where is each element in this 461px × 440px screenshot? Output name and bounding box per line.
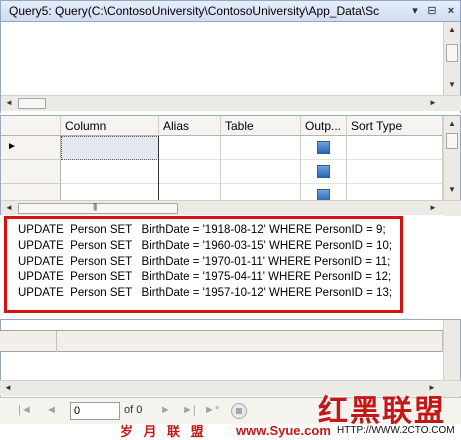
window-titlebar: Query5: Query(C:\ContosoUniversity\Conto…	[0, 0, 461, 22]
scroll-up-arrow[interactable]: ▲	[444, 22, 460, 38]
sort-type-cell[interactable]	[347, 136, 443, 160]
new-record-icon[interactable]: ►*	[204, 404, 219, 416]
column-header-column[interactable]: Column	[61, 116, 159, 136]
alias-cell[interactable]	[159, 160, 221, 184]
column-header-alias[interactable]: Alias	[159, 116, 221, 136]
stop-icon[interactable]	[231, 403, 247, 419]
scroll-up-arrow[interactable]: ▲	[444, 116, 460, 132]
window-menu-button[interactable]: ▾	[408, 4, 422, 18]
output-checkbox[interactable]	[317, 165, 330, 178]
diagram-pane[interactable]: ▲ ▼ ◄ ►	[0, 22, 461, 113]
scroll-right-arrow[interactable]: ►	[425, 200, 441, 216]
output-cell[interactable]	[301, 160, 347, 184]
record-count-label: of 0	[124, 404, 143, 416]
row-header[interactable]: ►	[1, 136, 61, 160]
column-cell-selected[interactable]	[61, 136, 159, 160]
results-header	[0, 330, 443, 352]
scroll-left-arrow[interactable]: ◄	[0, 380, 16, 396]
table-cell[interactable]	[221, 136, 301, 160]
column-cell[interactable]	[61, 160, 159, 184]
watermark-url: www.Syue.com	[236, 423, 331, 438]
output-checkbox[interactable]	[317, 141, 330, 154]
watermark-strip: 岁 月 联 盟 www.Syue.com HTTP://WWW.2CTO.COM	[0, 421, 461, 440]
results-column-header[interactable]	[57, 331, 443, 352]
column-header-table[interactable]: Table	[221, 116, 301, 136]
previous-record-icon[interactable]: ◄	[46, 404, 57, 416]
diagram-hscroll-thumb[interactable]	[18, 98, 46, 109]
table-cell[interactable]	[221, 160, 301, 184]
alias-cell[interactable]	[159, 136, 221, 160]
scroll-grip-icon: |||	[93, 202, 97, 211]
window-title: Query5: Query(C:\ContosoUniversity\Conto…	[9, 4, 379, 18]
next-record-icon[interactable]: ►	[160, 404, 171, 416]
sort-type-cell[interactable]	[347, 160, 443, 184]
watermark-url-secondary: HTTP://WWW.2CTO.COM	[335, 425, 457, 436]
row-header[interactable]	[1, 160, 61, 184]
scroll-down-arrow[interactable]: ▼	[444, 77, 460, 93]
output-cell[interactable]	[301, 136, 347, 160]
watermark-text: 岁 月 联 盟	[120, 425, 207, 440]
record-number-input[interactable]: 0	[70, 402, 120, 420]
diagram-vscroll-thumb[interactable]	[446, 44, 458, 62]
scroll-left-arrow[interactable]: ◄	[1, 200, 17, 216]
first-record-icon[interactable]: |◄	[18, 404, 32, 416]
close-button[interactable]: ×	[444, 4, 458, 18]
column-header-sort-type[interactable]: Sort Type	[347, 116, 443, 136]
criteria-pane[interactable]: Column Alias Table Outp... Sort Type ► ▲…	[0, 115, 461, 216]
last-record-icon[interactable]: ►|	[182, 404, 196, 416]
scroll-down-arrow[interactable]: ▼	[444, 182, 460, 198]
grid-hscroll[interactable]: ◄ ||| ►	[1, 200, 461, 216]
column-header-output[interactable]: Outp...	[301, 116, 347, 136]
current-row-icon: ►	[7, 141, 17, 152]
results-corner	[0, 331, 57, 352]
diagram-vscroll[interactable]: ▲ ▼	[443, 22, 460, 95]
grid-vscroll[interactable]: ▲ ▼	[443, 116, 460, 200]
scroll-right-arrow[interactable]: ►	[425, 95, 441, 111]
scroll-left-arrow[interactable]: ◄	[1, 95, 17, 111]
grid-hscroll-thumb[interactable]: |||	[18, 202, 178, 214]
grid-corner	[1, 116, 61, 136]
criteria-grid[interactable]: Column Alias Table Outp... Sort Type ►	[1, 116, 443, 212]
maximize-button[interactable]: ⊟	[425, 4, 439, 18]
grid-vscroll-thumb[interactable]	[446, 133, 458, 149]
diagram-hscroll[interactable]: ◄ ►	[1, 95, 461, 111]
highlight-box	[4, 216, 403, 313]
